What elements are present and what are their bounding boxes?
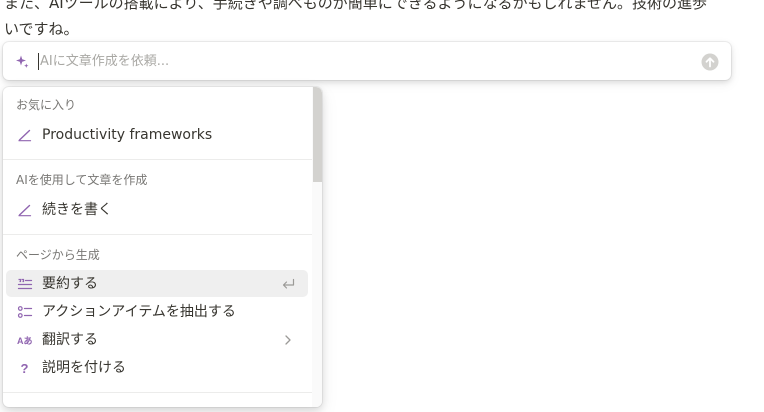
section-label-favorites: お気に入り [16,98,77,112]
translate-icon: Aあ [17,336,33,346]
menu-item-label: 続きを書く [42,202,112,218]
document-line: また、AIツールの搭載により、手続きや調べものが簡単にできるようになるかもしれま… [4,0,708,12]
enter-icon [282,278,295,289]
svg-text:?: ? [21,361,29,376]
section-divider [3,392,312,393]
ai-command-menu: お気に入り Productivity frameworks AIを使用して文章を… [3,87,322,407]
menu-scrollbar[interactable] [312,87,322,407]
section-divider [3,234,312,235]
menu-item-translate[interactable]: Aあ 翻訳する [6,326,308,353]
menu-item-label: アクションアイテムを抽出する [42,304,236,320]
document-line: いですね。 [4,20,79,38]
ai-prompt-input[interactable] [40,50,680,72]
menu-item-continue-writing[interactable]: 続きを書く [6,196,308,223]
text-caret [38,53,39,70]
quote-list-icon [17,278,33,290]
question-icon: ? [21,361,29,376]
menu-item-productivity-frameworks[interactable]: Productivity frameworks [6,121,308,148]
menu-item-label: Productivity frameworks [42,127,213,143]
svg-text:Aあ: Aあ [17,336,33,346]
section-label-generate-from-page: ページから生成 [16,248,100,262]
checklist-icon [17,306,33,318]
scrollbar-thumb[interactable] [313,87,322,182]
document-text: また、AIツールの搭載により、手続きや調べものが簡単にできるようになるかもしれま… [4,0,764,42]
chevron-right-icon [285,335,291,345]
menu-item-label: 要約する [42,276,98,292]
section-divider [3,159,312,160]
menu-item-label: 説明を付ける [42,360,126,376]
menu-item-summarize[interactable]: 要約する [6,270,308,297]
pen-icon [18,204,32,217]
menu-item-explain[interactable]: ? 説明を付ける [6,354,308,381]
menu-item-extract-action-items[interactable]: アクションアイテムを抽出する [6,298,308,325]
section-label-write-with-ai: AIを使用して文章を作成 [16,173,148,187]
sparkle-icon [16,55,29,68]
arrow-up-circle-icon[interactable] [701,53,719,71]
ai-prompt-bar [3,42,731,80]
menu-item-label: 翻訳する [42,332,98,348]
pen-icon [18,129,32,142]
